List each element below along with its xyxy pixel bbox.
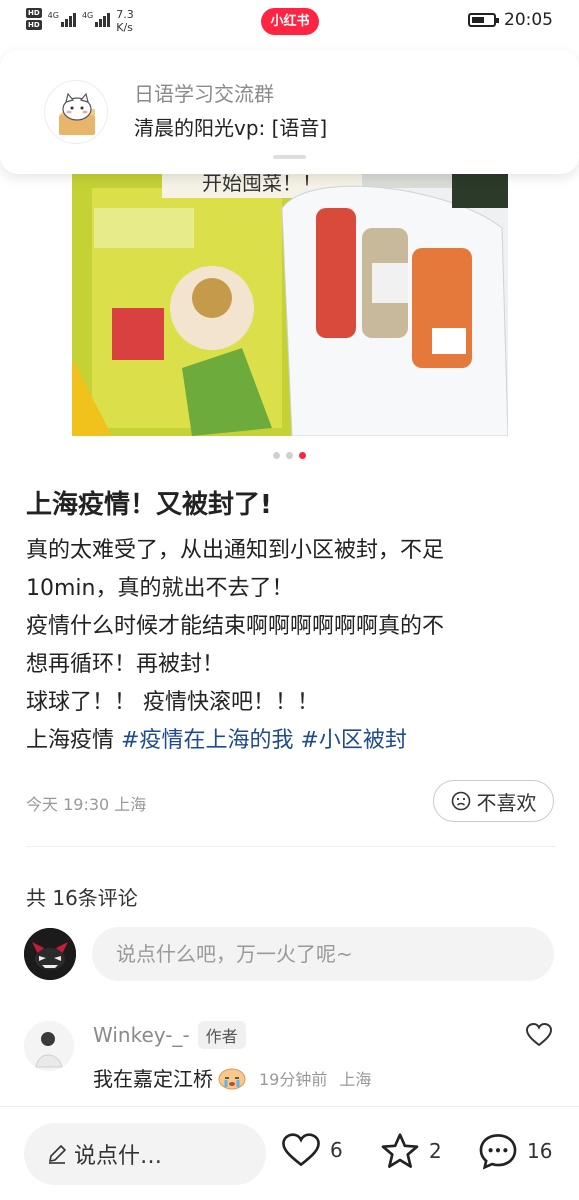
crying-emoji-icon xyxy=(218,1068,246,1089)
post-title: 上海疫情！又被封了! xyxy=(26,490,272,520)
notification-message: 清晨的阳光vp: [语音] xyxy=(134,116,328,140)
post-tags-line: 上海疫情 #疫情在上海的我 #小区被封 xyxy=(26,722,566,760)
star-icon xyxy=(381,1133,419,1168)
groceries-photo: 开始囤菜！！ xyxy=(72,168,508,436)
post-image[interactable]: 开始囤菜！！ xyxy=(72,168,508,436)
post-body-line: 疫情什么时候才能结束啊啊啊啊啊啊真的不 xyxy=(26,614,445,639)
comment-author-name[interactable]: Winkey-_- xyxy=(93,1023,190,1047)
signal-icon-1: 4G xyxy=(48,11,76,27)
dislike-label: 不喜欢 xyxy=(476,790,537,815)
like-button[interactable]: 6 xyxy=(280,1131,343,1169)
sim-label-2: 4G xyxy=(81,11,94,20)
bottom-comment-input[interactable]: 说点什… xyxy=(24,1123,266,1185)
heart-icon xyxy=(282,1133,320,1167)
comment-heart-icon[interactable] xyxy=(525,1021,553,1049)
post-body-line: 球球了！！ 疫情快滚吧！！！ xyxy=(26,690,319,715)
pager-dot-2 xyxy=(286,452,293,459)
cat-in-box-icon xyxy=(59,92,95,135)
collect-button[interactable]: 2 xyxy=(379,1131,442,1171)
comment-input[interactable]: 说点什么吧，万一火了呢~ xyxy=(92,927,554,981)
status-right: 20:05 xyxy=(468,10,553,30)
network-speed-value: 7.3 xyxy=(116,8,134,21)
hashtag-link[interactable]: #小区被封 xyxy=(300,728,406,753)
sim-label-1: 4G xyxy=(47,11,59,20)
post-body-line: 想再循环！再被封！ xyxy=(26,652,225,677)
comment-count: 共 16条评论 xyxy=(26,886,138,910)
notification-group-name: 日语学习交流群 xyxy=(134,82,274,106)
comment-author-row: Winkey-_- 作者 xyxy=(93,1021,246,1049)
signal-icon-2: 4G xyxy=(81,11,111,27)
status-left: HD HD 4G 4G 7.3 K/s xyxy=(26,8,134,34)
post-body-line: 真的太难受了，从出通知到小区被封，不足 xyxy=(26,538,445,563)
collect-count: 2 xyxy=(429,1139,442,1163)
comment-text: 我在嘉定江桥 xyxy=(93,1067,213,1091)
post-body-line: 10min，真的就出不去了！ xyxy=(26,576,294,601)
group-avatar[interactable] xyxy=(44,80,108,144)
bottom-action-bar: 说点什… 6 2 16 xyxy=(0,1106,579,1200)
author-badge: 作者 xyxy=(197,1021,246,1049)
sad-face-icon xyxy=(451,791,470,811)
image-pager-dots xyxy=(0,452,579,459)
clock-time: 20:05 xyxy=(504,10,553,30)
hashtag-link[interactable]: #疫情在上海的我 xyxy=(121,728,293,753)
network-speed-unit: K/s xyxy=(116,21,133,34)
pager-dot-1 xyxy=(273,452,280,459)
comment-location: 上海 xyxy=(339,1069,372,1089)
person-photo-avatar-icon xyxy=(24,1021,74,1071)
post-topic-text: 上海疫情 xyxy=(26,728,115,753)
post-meta: 今天 19:30 上海 xyxy=(26,795,147,814)
battery-icon xyxy=(468,13,499,27)
comment-count-bottom: 16 xyxy=(527,1139,553,1163)
hd-badge-2: HD xyxy=(26,20,42,30)
status-bar: HD HD 4G 4G 7.3 K/s 小红书 20:05 xyxy=(0,0,579,44)
hd-badge-1: HD xyxy=(26,8,42,18)
pencil-icon xyxy=(48,1144,67,1164)
my-avatar[interactable] xyxy=(24,928,76,980)
app-brand-badge: 小红书 xyxy=(261,8,319,35)
post-body: 真的太难受了，从出通知到小区被封，不足 10min，真的就出不去了！ 疫情什么时… xyxy=(26,532,566,760)
comment-bubble-icon xyxy=(479,1134,517,1170)
dislike-button[interactable]: 不喜欢 xyxy=(433,780,554,822)
comment-button[interactable]: 16 xyxy=(477,1131,552,1171)
network-speed: 7.3 K/s xyxy=(116,8,134,34)
notification-drag-handle[interactable] xyxy=(273,155,306,159)
hd-indicators: HD HD xyxy=(26,8,42,30)
pager-dot-3 xyxy=(299,452,306,459)
commenter-avatar[interactable] xyxy=(24,1021,74,1071)
comment-body: 我在嘉定江桥 19分钟前 上海 xyxy=(93,1063,371,1092)
comment-time: 19分钟前 xyxy=(259,1069,328,1089)
bottom-input-label: 说点什… xyxy=(74,1144,163,1169)
like-count: 6 xyxy=(330,1138,343,1162)
divider xyxy=(26,846,556,847)
dark-creature-avatar-icon xyxy=(24,928,76,980)
